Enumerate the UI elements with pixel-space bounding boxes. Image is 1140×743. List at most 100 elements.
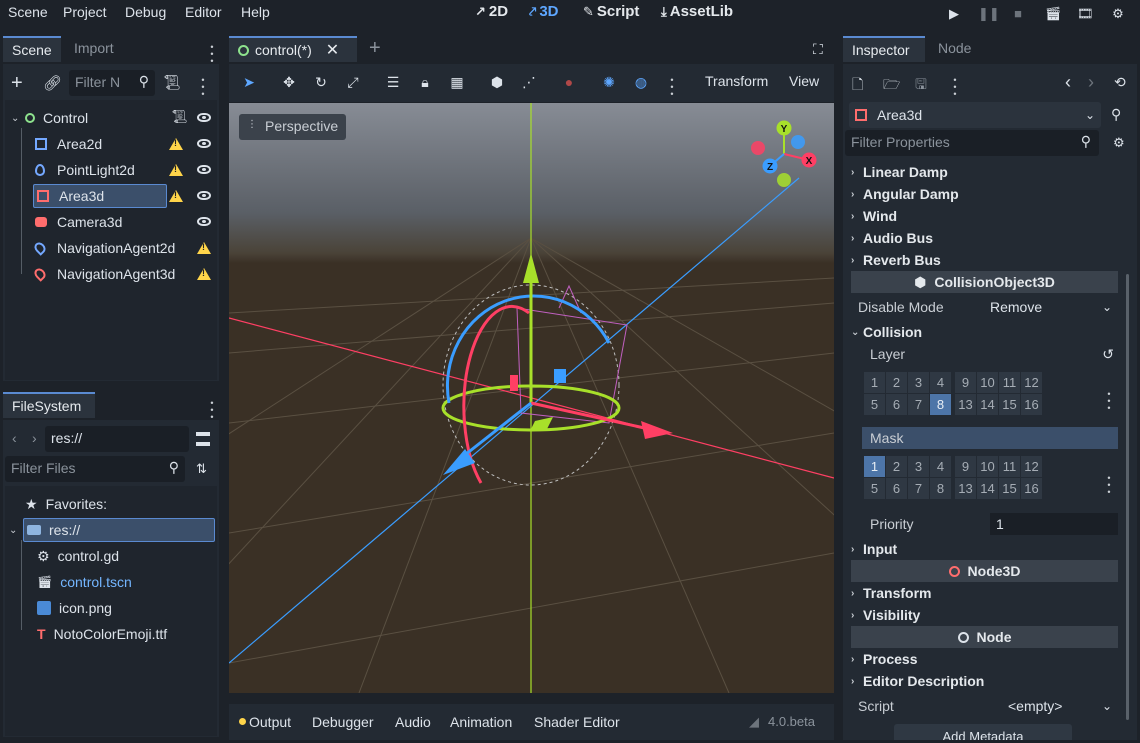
environment-icon[interactable]: ◍ (632, 73, 650, 91)
menu-help[interactable]: Help (241, 4, 270, 20)
close-icon[interactable]: ✕ (326, 40, 339, 60)
layer-bit-15[interactable]: 15 (999, 394, 1020, 415)
warning-icon[interactable] (197, 242, 211, 254)
layer-bit-4[interactable]: 4 (930, 372, 951, 393)
script-resource-picker[interactable]: <empty> (1008, 698, 1102, 714)
group-visibility[interactable]: › Visibility (851, 604, 1118, 626)
sort-icon[interactable]: ⇅ (196, 461, 207, 477)
move-tool-icon[interactable]: ✥ (280, 73, 298, 91)
tab-filesystem[interactable]: FileSystem (3, 392, 95, 418)
tree-row-area3d[interactable]: Area3d (33, 184, 215, 208)
forward-icon[interactable]: › (32, 430, 37, 446)
inspector-scrollbar[interactable] (1126, 274, 1129, 720)
back-icon[interactable]: ‹ (12, 430, 17, 446)
workspace-2d-button[interactable]: ↗ 2D (475, 3, 508, 20)
mask-bit-1[interactable]: 1 (864, 456, 885, 477)
play-scene-icon[interactable]: 🎬︎ (1045, 6, 1062, 22)
layer-bit-12[interactable]: 12 (1021, 372, 1042, 393)
history-back-icon[interactable]: ‹ (1065, 72, 1071, 93)
visibility-eye-icon[interactable] (197, 139, 211, 148)
mask-bit-6[interactable]: 6 (886, 478, 907, 499)
filesystem-menu-icon[interactable] (210, 399, 214, 420)
revert-icon[interactable]: ↺ (1102, 343, 1114, 365)
local-space-icon[interactable]: ⬢ (488, 73, 506, 91)
scale-tool-icon[interactable]: ⤢ (344, 73, 362, 91)
mask-bit-grid[interactable]: 1 2 3 4 9 10 11 12 5 6 7 8 13 14 15 16 (864, 456, 1054, 502)
layer-bit-8[interactable]: 8 (930, 394, 951, 415)
visibility-eye-icon[interactable] (197, 113, 211, 122)
mask-bit-16[interactable]: 16 (1021, 478, 1042, 499)
tab-scene[interactable]: Scene (3, 36, 61, 62)
list-select-icon[interactable]: ☰ (384, 73, 402, 91)
add-tab-icon[interactable]: + (369, 37, 381, 60)
file-row[interactable]: icon.png (37, 596, 112, 620)
save-icon[interactable]: 🖫 (915, 74, 927, 98)
transform-menu[interactable]: Transform (705, 73, 768, 89)
workspace-3d-button[interactable]: ⤤ 3D (529, 3, 559, 20)
mask-menu-icon[interactable] (1107, 474, 1111, 495)
tree-row-control[interactable]: ⌄ Control 📜︎ (11, 106, 215, 130)
tree-row-navigationagent3d[interactable]: NavigationAgent3d (32, 262, 215, 286)
add-metadata-button[interactable]: Add Metadata (894, 724, 1072, 740)
mask-bit-11[interactable]: 11 (999, 456, 1020, 477)
layer-bit-3[interactable]: 3 (908, 372, 929, 393)
layer-bit-10[interactable]: 10 (977, 372, 998, 393)
script-icon[interactable]: 📜︎ (171, 109, 188, 125)
snap-icon[interactable]: ⋰ (520, 73, 538, 91)
file-filter-input[interactable]: Filter Files ⚲ (5, 456, 185, 482)
scene-dock-menu-icon[interactable] (210, 43, 214, 64)
perspective-menu[interactable]: ⋮ Perspective (239, 114, 347, 140)
mask-bit-12[interactable]: 12 (1021, 456, 1042, 477)
file-row[interactable]: ⚙ control.gd (37, 544, 119, 568)
tab-node[interactable]: Node (929, 36, 980, 62)
view-menu[interactable]: View (789, 73, 819, 89)
tree-row-navigationagent2d[interactable]: NavigationAgent2d (32, 236, 215, 260)
visibility-eye-icon[interactable] (197, 191, 211, 200)
group-reverb-bus[interactable]: › Reverb Bus (851, 249, 1118, 271)
inspector-tools-icon[interactable]: ⚙ (1113, 135, 1125, 151)
menu-project[interactable]: Project (63, 4, 107, 20)
visibility-eye-icon[interactable] (197, 165, 211, 174)
chevron-down-icon[interactable]: ⌄ (11, 113, 25, 124)
menu-scene[interactable]: Scene (8, 4, 48, 20)
menu-debug[interactable]: Debug (125, 4, 166, 20)
add-node-icon[interactable]: + (11, 73, 23, 93)
viewport-options-icon[interactable] (670, 76, 674, 97)
tab-inspector[interactable]: Inspector (843, 36, 925, 62)
folder-row-res[interactable]: ⌄ res:// (9, 518, 215, 542)
play-custom-scene-icon[interactable]: 🎞︎ (1077, 6, 1094, 22)
visibility-eye-icon[interactable] (197, 217, 211, 226)
tree-row-pointlight2d[interactable]: PointLight2d (35, 158, 215, 182)
distraction-free-icon[interactable]: ⛶ (813, 41, 823, 58)
layer-bit-7[interactable]: 7 (908, 394, 929, 415)
priority-field[interactable]: 1 (990, 513, 1118, 535)
mask-bit-2[interactable]: 2 (886, 456, 907, 477)
warning-icon[interactable] (169, 138, 183, 150)
property-filter-input[interactable]: Filter Properties ⚲ (845, 130, 1099, 156)
tree-row-camera3d[interactable]: Camera3d (35, 210, 215, 234)
new-resource-icon[interactable]: 🗋 (852, 74, 863, 98)
mask-bit-15[interactable]: 15 (999, 478, 1020, 499)
object-selector[interactable]: Area3d ⌄ (849, 102, 1101, 128)
camera-preview-icon[interactable]: ● (560, 73, 578, 91)
plane-handle-z[interactable] (554, 369, 566, 383)
inspector-menu-icon[interactable] (953, 76, 957, 97)
mask-bit-10[interactable]: 10 (977, 456, 998, 477)
tree-row-area2d[interactable]: Area2d (35, 132, 215, 156)
movie-maker-icon[interactable]: ⚙ (1110, 6, 1126, 22)
pause-icon[interactable]: ❚❚ (978, 6, 1000, 22)
play-icon[interactable]: ▶ (946, 6, 962, 22)
mask-bit-4[interactable]: 4 (930, 456, 951, 477)
layer-bit-6[interactable]: 6 (886, 394, 907, 415)
scene-filter-input[interactable]: Filter N ⚲ (69, 70, 155, 96)
chevron-down-icon[interactable]: ⌄ (1102, 699, 1112, 713)
group-collision[interactable]: ⌄ Collision (851, 321, 1118, 343)
chevron-down-icon[interactable]: ⌄ (1102, 300, 1112, 314)
group-audio-bus[interactable]: › Audio Bus (851, 227, 1118, 249)
group-linear-damp[interactable]: › Linear Damp (851, 161, 1118, 183)
select-tool-icon[interactable]: ➤ (240, 73, 258, 91)
tab-control-scene[interactable]: control(*) ✕ (229, 36, 357, 62)
node-docs-icon[interactable]: ⚲ (1111, 106, 1121, 123)
plane-handle-x[interactable] (510, 375, 518, 391)
chevron-down-icon[interactable]: ⌄ (9, 525, 27, 536)
